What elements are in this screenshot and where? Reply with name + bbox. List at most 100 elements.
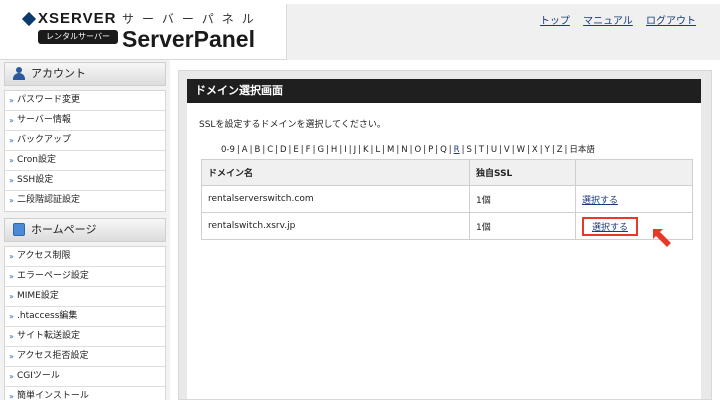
ssl-count-cell: 1個 [469,185,576,213]
arrow-icon: » [9,176,14,185]
sidebar-item-mime[interactable]: » MIME設定 [5,287,165,307]
content-gutter [170,60,178,400]
alpha-filter-0-9[interactable]: 0-9 [221,145,235,155]
sidebar-item-server-info[interactable]: » サーバー情報 [5,111,165,131]
separator: | [423,145,427,155]
sidebar-item-password[interactable]: » パスワード変更 [5,91,165,111]
alpha-filter-j[interactable]: J [354,145,357,155]
user-icon [13,67,25,80]
sidebar-item-label: サイト転送設定 [17,331,81,341]
alpha-filter-b[interactable]: B [254,145,260,155]
alpha-filter-z[interactable]: Z [557,145,563,155]
separator: | [473,145,477,155]
arrow-icon: » [9,116,14,125]
sidebar-item-cgi-tools[interactable]: » CGIツール [5,367,165,387]
separator: | [312,145,316,155]
separator: | [326,145,329,155]
alpha-filter-e[interactable]: E [293,145,298,155]
manual-link[interactable]: マニュアル [583,16,633,27]
arrow-icon: » [9,372,14,381]
select-domain-link[interactable]: 選択する [582,196,618,206]
arrow-icon: » [9,96,14,105]
alpha-filter-k[interactable]: K [363,145,369,155]
separator: | [370,145,374,155]
alpha-filter-p[interactable]: P [428,145,433,155]
separator: | [448,145,452,155]
sidebar-item-backup[interactable]: » バックアップ [5,131,165,151]
sidebar-item-access-deny[interactable]: » アクセス拒否設定 [5,347,165,367]
separator: | [409,145,413,155]
column-header-domain: ドメイン名 [201,159,470,186]
table-row: rentalserverswitch.com 1個 選択する [201,185,693,213]
alpha-filter-m[interactable]: M [387,145,394,155]
alpha-filter-y[interactable]: Y [545,145,550,155]
arrow-icon: » [9,196,14,205]
sidebar-section-title: アカウント [31,67,86,80]
arrow-icon: » [9,392,14,400]
domain-table: ドメイン名 独自SSL rentalserverswitch.com 1個 選択… [201,159,693,240]
sidebar-item-htaccess[interactable]: » .htaccess編集 [5,307,165,327]
alpha-filter-w[interactable]: W [517,145,525,155]
separator: | [339,145,343,155]
select-domain-link[interactable]: 選択する [592,223,628,233]
separator: | [300,145,304,155]
alpha-filter-f[interactable]: F [306,145,311,155]
sidebar-section-homepage[interactable]: ホームページ [4,218,166,242]
alpha-filter-l[interactable]: L [375,145,380,155]
alpha-filter-g[interactable]: G [317,145,324,155]
top-link[interactable]: トップ [540,16,570,27]
separator: | [236,145,240,155]
alpha-filter-h[interactable]: H [331,145,337,155]
alpha-filter-x[interactable]: X [532,145,538,155]
separator: | [382,145,386,155]
alpha-filter-i[interactable]: I [344,145,347,155]
sidebar-item-label: CGIツール [17,371,60,381]
sidebar-item-label: サーバー情報 [17,115,71,125]
sidebar-item-label: バックアップ [17,135,72,145]
sidebar-section-account[interactable]: アカウント [4,62,166,86]
arrow-icon: » [9,252,14,261]
logout-link[interactable]: ログアウト [646,16,696,27]
alpha-filter-c[interactable]: C [267,145,273,155]
sidebar-item-cron[interactable]: » Cron設定 [5,151,165,171]
separator: | [348,145,352,155]
separator: | [551,145,555,155]
alpha-filter-q[interactable]: Q [440,145,447,155]
sidebar-item-ssh[interactable]: » SSH設定 [5,171,165,191]
logo[interactable]: XSERVER レンタルサーバー サーバーパネル ServerPanel [21,10,284,58]
alpha-filter-a[interactable]: A [242,145,248,155]
alpha-filter-japanese[interactable]: 日本語 [569,145,595,155]
alpha-filter-v[interactable]: V [504,145,510,155]
separator: | [511,145,515,155]
arrow-icon: » [9,332,14,341]
separator: | [485,145,489,155]
alpha-filter-u[interactable]: U [491,145,497,155]
sidebar-item-label: MIME設定 [17,291,59,301]
sidebar-item-error-page[interactable]: » エラーページ設定 [5,267,165,287]
highlight-box: 選択する [582,216,639,236]
alpha-filter-r[interactable]: R [454,145,460,155]
alpha-filter-d[interactable]: D [280,145,287,155]
sidebar-section-title: ホームページ [31,223,97,236]
sidebar-list-homepage: » アクセス制限 » エラーページ設定 » MIME設定 » .htaccess編集 »… [4,246,166,400]
sidebar-item-2fa[interactable]: » 二段階認証設定 [5,191,165,211]
alpha-filter-t[interactable]: T [479,145,484,155]
separator: | [358,145,361,155]
main-content: ドメイン選択画面 SSLを設定するドメインを選択してください。 0-9 | A | B |… [178,70,712,400]
homepage-icon [13,223,25,236]
separator: | [396,145,400,155]
sidebar-item-label: 二段階認証設定 [17,195,81,205]
arrow-icon: » [9,156,14,165]
sidebar-item-easy-install[interactable]: » 簡単インストール [5,387,165,400]
separator: | [527,145,530,155]
sidebar-item-access-restriction[interactable]: » アクセス制限 [5,247,165,267]
sidebar-item-site-forward[interactable]: » サイト転送設定 [5,327,165,347]
sidebar-item-label: パスワード変更 [17,95,81,105]
sidebar-item-label: アクセス制限 [17,251,71,261]
alpha-filter-o[interactable]: O [415,145,422,155]
product-kana: サーバーパネル [122,12,262,26]
alpha-filter-n[interactable]: N [401,145,407,155]
arrow-icon: » [9,312,14,321]
sidebar-item-label: アクセス拒否設定 [17,351,89,361]
alpha-filter-s[interactable]: S [466,145,471,155]
